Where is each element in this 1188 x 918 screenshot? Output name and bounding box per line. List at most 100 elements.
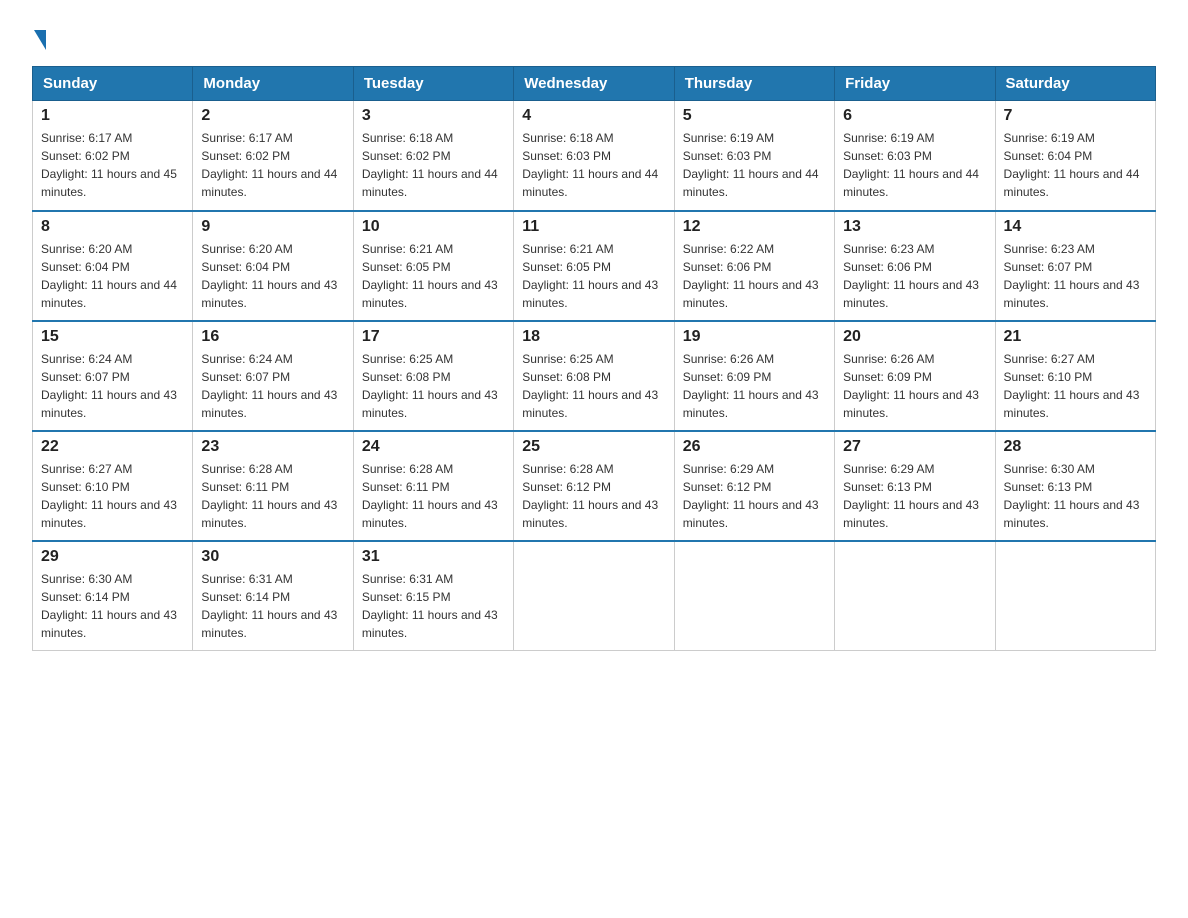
- calendar-cell: 7 Sunrise: 6:19 AMSunset: 6:04 PMDayligh…: [995, 101, 1155, 211]
- day-info: Sunrise: 6:23 AMSunset: 6:06 PMDaylight:…: [843, 242, 979, 310]
- calendar-table: SundayMondayTuesdayWednesdayThursdayFrid…: [32, 66, 1156, 651]
- day-number: 3: [362, 107, 505, 125]
- calendar-cell: 2 Sunrise: 6:17 AMSunset: 6:02 PMDayligh…: [193, 101, 353, 211]
- day-number: 29: [41, 548, 184, 566]
- day-number: 24: [362, 438, 505, 456]
- day-number: 6: [843, 107, 986, 125]
- calendar-week-row: 22 Sunrise: 6:27 AMSunset: 6:10 PMDaylig…: [33, 431, 1156, 541]
- day-info: Sunrise: 6:30 AMSunset: 6:14 PMDaylight:…: [41, 572, 177, 640]
- day-number: 13: [843, 218, 986, 236]
- calendar-week-row: 29 Sunrise: 6:30 AMSunset: 6:14 PMDaylig…: [33, 541, 1156, 651]
- calendar-cell: 6 Sunrise: 6:19 AMSunset: 6:03 PMDayligh…: [835, 101, 995, 211]
- day-number: 23: [201, 438, 344, 456]
- day-number: 30: [201, 548, 344, 566]
- calendar-cell: 31 Sunrise: 6:31 AMSunset: 6:15 PMDaylig…: [353, 541, 513, 651]
- day-number: 17: [362, 328, 505, 346]
- day-number: 7: [1004, 107, 1147, 125]
- calendar-cell: 30 Sunrise: 6:31 AMSunset: 6:14 PMDaylig…: [193, 541, 353, 651]
- day-info: Sunrise: 6:21 AMSunset: 6:05 PMDaylight:…: [362, 242, 498, 310]
- calendar-week-row: 8 Sunrise: 6:20 AMSunset: 6:04 PMDayligh…: [33, 211, 1156, 321]
- day-info: Sunrise: 6:31 AMSunset: 6:15 PMDaylight:…: [362, 572, 498, 640]
- page-header: [32, 24, 1156, 50]
- day-info: Sunrise: 6:19 AMSunset: 6:04 PMDaylight:…: [1004, 131, 1140, 199]
- day-info: Sunrise: 6:18 AMSunset: 6:02 PMDaylight:…: [362, 131, 498, 199]
- day-info: Sunrise: 6:20 AMSunset: 6:04 PMDaylight:…: [201, 242, 337, 310]
- logo: [32, 24, 46, 50]
- calendar-cell: 28 Sunrise: 6:30 AMSunset: 6:13 PMDaylig…: [995, 431, 1155, 541]
- logo-text: [32, 24, 46, 50]
- calendar-cell: 22 Sunrise: 6:27 AMSunset: 6:10 PMDaylig…: [33, 431, 193, 541]
- day-number: 18: [522, 328, 665, 346]
- calendar-cell: 5 Sunrise: 6:19 AMSunset: 6:03 PMDayligh…: [674, 101, 834, 211]
- day-info: Sunrise: 6:17 AMSunset: 6:02 PMDaylight:…: [201, 131, 337, 199]
- calendar-cell: 4 Sunrise: 6:18 AMSunset: 6:03 PMDayligh…: [514, 101, 674, 211]
- calendar-cell: 14 Sunrise: 6:23 AMSunset: 6:07 PMDaylig…: [995, 211, 1155, 321]
- day-info: Sunrise: 6:29 AMSunset: 6:12 PMDaylight:…: [683, 462, 819, 530]
- calendar-cell: [995, 541, 1155, 651]
- day-number: 26: [683, 438, 826, 456]
- day-info: Sunrise: 6:28 AMSunset: 6:12 PMDaylight:…: [522, 462, 658, 530]
- calendar-cell: 23 Sunrise: 6:28 AMSunset: 6:11 PMDaylig…: [193, 431, 353, 541]
- day-number: 1: [41, 107, 184, 125]
- day-number: 15: [41, 328, 184, 346]
- calendar-cell: 12 Sunrise: 6:22 AMSunset: 6:06 PMDaylig…: [674, 211, 834, 321]
- day-number: 8: [41, 218, 184, 236]
- day-info: Sunrise: 6:31 AMSunset: 6:14 PMDaylight:…: [201, 572, 337, 640]
- day-info: Sunrise: 6:30 AMSunset: 6:13 PMDaylight:…: [1004, 462, 1140, 530]
- day-number: 31: [362, 548, 505, 566]
- day-header-sunday: Sunday: [33, 67, 193, 101]
- day-number: 9: [201, 218, 344, 236]
- calendar-cell: 20 Sunrise: 6:26 AMSunset: 6:09 PMDaylig…: [835, 321, 995, 431]
- day-info: Sunrise: 6:24 AMSunset: 6:07 PMDaylight:…: [41, 352, 177, 420]
- day-info: Sunrise: 6:24 AMSunset: 6:07 PMDaylight:…: [201, 352, 337, 420]
- calendar-cell: 17 Sunrise: 6:25 AMSunset: 6:08 PMDaylig…: [353, 321, 513, 431]
- calendar-cell: 24 Sunrise: 6:28 AMSunset: 6:11 PMDaylig…: [353, 431, 513, 541]
- calendar-cell: [674, 541, 834, 651]
- day-info: Sunrise: 6:27 AMSunset: 6:10 PMDaylight:…: [1004, 352, 1140, 420]
- calendar-week-row: 1 Sunrise: 6:17 AMSunset: 6:02 PMDayligh…: [33, 101, 1156, 211]
- day-number: 28: [1004, 438, 1147, 456]
- day-number: 25: [522, 438, 665, 456]
- day-number: 12: [683, 218, 826, 236]
- day-info: Sunrise: 6:22 AMSunset: 6:06 PMDaylight:…: [683, 242, 819, 310]
- day-info: Sunrise: 6:28 AMSunset: 6:11 PMDaylight:…: [201, 462, 337, 530]
- day-number: 5: [683, 107, 826, 125]
- calendar-cell: 16 Sunrise: 6:24 AMSunset: 6:07 PMDaylig…: [193, 321, 353, 431]
- calendar-cell: 25 Sunrise: 6:28 AMSunset: 6:12 PMDaylig…: [514, 431, 674, 541]
- calendar-cell: 15 Sunrise: 6:24 AMSunset: 6:07 PMDaylig…: [33, 321, 193, 431]
- logo-icon: [32, 24, 46, 50]
- calendar-cell: 3 Sunrise: 6:18 AMSunset: 6:02 PMDayligh…: [353, 101, 513, 211]
- day-number: 14: [1004, 218, 1147, 236]
- day-header-thursday: Thursday: [674, 67, 834, 101]
- day-info: Sunrise: 6:26 AMSunset: 6:09 PMDaylight:…: [683, 352, 819, 420]
- calendar-cell: 9 Sunrise: 6:20 AMSunset: 6:04 PMDayligh…: [193, 211, 353, 321]
- day-info: Sunrise: 6:18 AMSunset: 6:03 PMDaylight:…: [522, 131, 658, 199]
- calendar-cell: 27 Sunrise: 6:29 AMSunset: 6:13 PMDaylig…: [835, 431, 995, 541]
- day-info: Sunrise: 6:26 AMSunset: 6:09 PMDaylight:…: [843, 352, 979, 420]
- day-info: Sunrise: 6:21 AMSunset: 6:05 PMDaylight:…: [522, 242, 658, 310]
- day-number: 19: [683, 328, 826, 346]
- day-number: 4: [522, 107, 665, 125]
- calendar-cell: 8 Sunrise: 6:20 AMSunset: 6:04 PMDayligh…: [33, 211, 193, 321]
- day-number: 11: [522, 218, 665, 236]
- calendar-cell: 1 Sunrise: 6:17 AMSunset: 6:02 PMDayligh…: [33, 101, 193, 211]
- day-info: Sunrise: 6:28 AMSunset: 6:11 PMDaylight:…: [362, 462, 498, 530]
- calendar-cell: 13 Sunrise: 6:23 AMSunset: 6:06 PMDaylig…: [835, 211, 995, 321]
- day-number: 10: [362, 218, 505, 236]
- day-info: Sunrise: 6:25 AMSunset: 6:08 PMDaylight:…: [362, 352, 498, 420]
- day-info: Sunrise: 6:27 AMSunset: 6:10 PMDaylight:…: [41, 462, 177, 530]
- day-header-monday: Monday: [193, 67, 353, 101]
- day-info: Sunrise: 6:20 AMSunset: 6:04 PMDaylight:…: [41, 242, 177, 310]
- calendar-cell: 26 Sunrise: 6:29 AMSunset: 6:12 PMDaylig…: [674, 431, 834, 541]
- day-number: 27: [843, 438, 986, 456]
- day-number: 22: [41, 438, 184, 456]
- calendar-cell: 19 Sunrise: 6:26 AMSunset: 6:09 PMDaylig…: [674, 321, 834, 431]
- day-info: Sunrise: 6:23 AMSunset: 6:07 PMDaylight:…: [1004, 242, 1140, 310]
- day-info: Sunrise: 6:29 AMSunset: 6:13 PMDaylight:…: [843, 462, 979, 530]
- day-info: Sunrise: 6:25 AMSunset: 6:08 PMDaylight:…: [522, 352, 658, 420]
- day-number: 2: [201, 107, 344, 125]
- calendar-header-row: SundayMondayTuesdayWednesdayThursdayFrid…: [33, 67, 1156, 101]
- calendar-cell: 11 Sunrise: 6:21 AMSunset: 6:05 PMDaylig…: [514, 211, 674, 321]
- calendar-week-row: 15 Sunrise: 6:24 AMSunset: 6:07 PMDaylig…: [33, 321, 1156, 431]
- calendar-cell: 18 Sunrise: 6:25 AMSunset: 6:08 PMDaylig…: [514, 321, 674, 431]
